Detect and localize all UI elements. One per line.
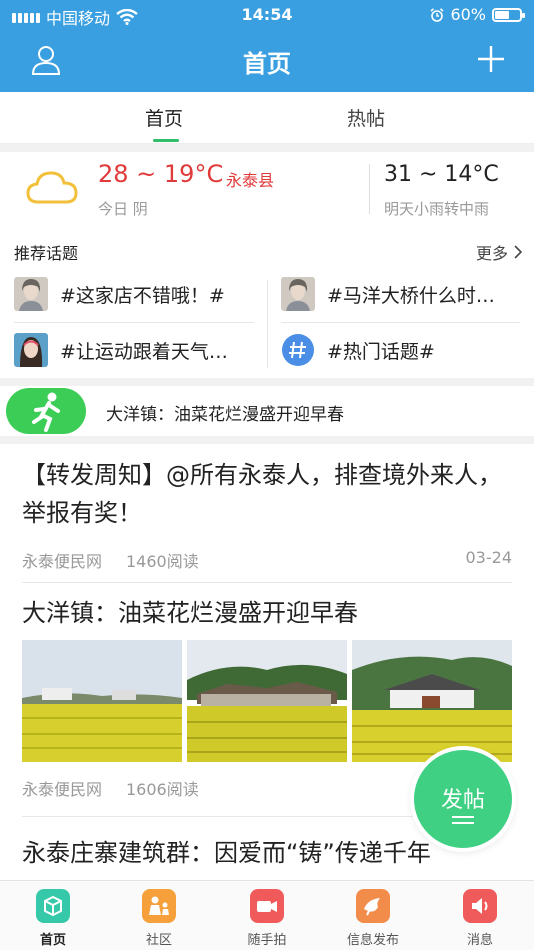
topic-item[interactable]: #这家店不错哦！# [14, 274, 254, 314]
tab-hot-posts[interactable]: 热帖 [347, 104, 385, 131]
status-bar: 中国移动 14:54 60% [0, 0, 534, 30]
bottom-tab-label: 随手拍 [247, 933, 287, 948]
section-divider [0, 436, 534, 444]
header: 中国移动 14:54 60% 首页 [0, 0, 534, 92]
post-button[interactable]: 发帖 [414, 750, 512, 848]
tomorrow-temperature: 31 ~ 14°C [384, 162, 499, 187]
feed-meta: 永泰便民网 1460阅读 03-24 [22, 548, 512, 572]
feed-date: 03-24 [465, 548, 513, 567]
status-right: 60% [430, 5, 525, 24]
feed-title: 大洋镇：油菜花烂漫盛开迎早春 [22, 599, 358, 627]
ticker-text: 大洋镇：油菜花烂漫盛开迎早春 [106, 405, 344, 425]
weather-location: 永泰县 [226, 171, 275, 190]
topic-divider [281, 322, 520, 323]
app-root: 中国移动 14:54 60% 首页 首页 热帖 28 ~ 19°C 永泰县 今日… [0, 0, 534, 950]
feed-divider [22, 582, 512, 583]
tab-bar-top: 首页 热帖 [0, 92, 534, 144]
topic-label: #热门话题# [327, 340, 435, 363]
active-tab-indicator [153, 139, 179, 142]
battery-percent: 60% [450, 5, 486, 24]
bottom-tab-home[interactable]: 首页 [13, 889, 93, 948]
more-label: 更多 [475, 244, 508, 263]
today-temperature: 28 ~ 19°C [98, 160, 224, 188]
running-person-icon [6, 388, 86, 434]
alarm-clock-icon [430, 7, 444, 22]
topic-item[interactable]: #马洋大桥什么时… [281, 274, 519, 314]
avatar [14, 277, 48, 311]
video-camera-icon [250, 889, 284, 923]
feed-image[interactable] [187, 640, 347, 762]
topic-label: #马洋大桥什么时… [327, 284, 495, 307]
feed-source: 永泰便民网 [22, 552, 103, 571]
topic-column-divider [267, 280, 268, 368]
topic-label: #这家店不错哦！# [60, 284, 225, 307]
topic-label: #让运动跟着天气… [60, 340, 228, 363]
add-icon[interactable] [476, 44, 506, 74]
battery-fill [495, 10, 510, 19]
bottom-tab-messages[interactable]: 消息 [440, 889, 520, 948]
topics-title: 推荐话题 [14, 244, 79, 263]
bottom-tab-label: 消息 [466, 933, 493, 948]
menu-lines-icon [452, 816, 474, 828]
feed-reads: 1606阅读 [126, 780, 199, 799]
topic-item[interactable]: #热门话题# [281, 330, 519, 370]
speaker-icon [463, 889, 497, 923]
feed-image[interactable] [22, 640, 182, 762]
cloud-icon [26, 171, 78, 204]
bottom-tab-snapshot[interactable]: 随手拍 [227, 889, 307, 948]
feed-item[interactable]: 大洋镇：油菜花烂漫盛开迎早春 [22, 594, 512, 632]
topic-divider [14, 322, 254, 323]
bird-icon [356, 889, 390, 923]
weather-divider [369, 164, 370, 214]
section-divider [0, 144, 534, 152]
home-box-icon [36, 889, 70, 923]
post-button-label: 发帖 [440, 788, 485, 813]
feed-source: 永泰便民网 [22, 780, 103, 799]
bottom-tab-label: 首页 [39, 933, 66, 948]
chevron-right-icon [514, 245, 522, 259]
avatar [14, 333, 48, 367]
community-icon [142, 889, 176, 923]
tomorrow-condition: 明天小雨转中雨 [384, 200, 490, 218]
bottom-tab-bar: 首页 社区 随手拍 信息发布 消息 [0, 880, 534, 950]
weather-card[interactable]: 28 ~ 19°C 永泰县 今日 阴 31 ~ 14°C 明天小雨转中雨 [0, 152, 534, 228]
bottom-tab-label: 社区 [145, 933, 172, 948]
news-ticker[interactable]: 大洋镇：油菜花烂漫盛开迎早春 [0, 386, 534, 436]
bottom-tab-community[interactable]: 社区 [119, 889, 199, 948]
battery-icon [492, 7, 525, 22]
today-condition: 今日 阴 [98, 200, 148, 218]
topic-item[interactable]: #让运动跟着天气… [14, 330, 254, 370]
feed-image[interactable] [352, 640, 512, 762]
topics-more-link[interactable]: 更多 [476, 240, 522, 264]
feed-title: 【转发周知】@所有永泰人，排查境外来人，举报有奖！ [22, 461, 502, 527]
avatar [281, 277, 315, 311]
bottom-tab-label: 信息发布 [346, 933, 399, 948]
feed-item[interactable]: 【转发周知】@所有永泰人，排查境外来人，举报有奖！ 永泰便民网 1460阅读 0… [22, 456, 512, 572]
topics-header: 推荐话题 更多 [14, 240, 522, 264]
tab-home[interactable]: 首页 [145, 104, 183, 131]
section-divider [0, 378, 534, 386]
feed-reads: 1460阅读 [126, 552, 199, 571]
page-title: 首页 [243, 50, 291, 78]
hashtag-icon [281, 333, 315, 367]
bottom-tab-publish[interactable]: 信息发布 [333, 889, 413, 948]
